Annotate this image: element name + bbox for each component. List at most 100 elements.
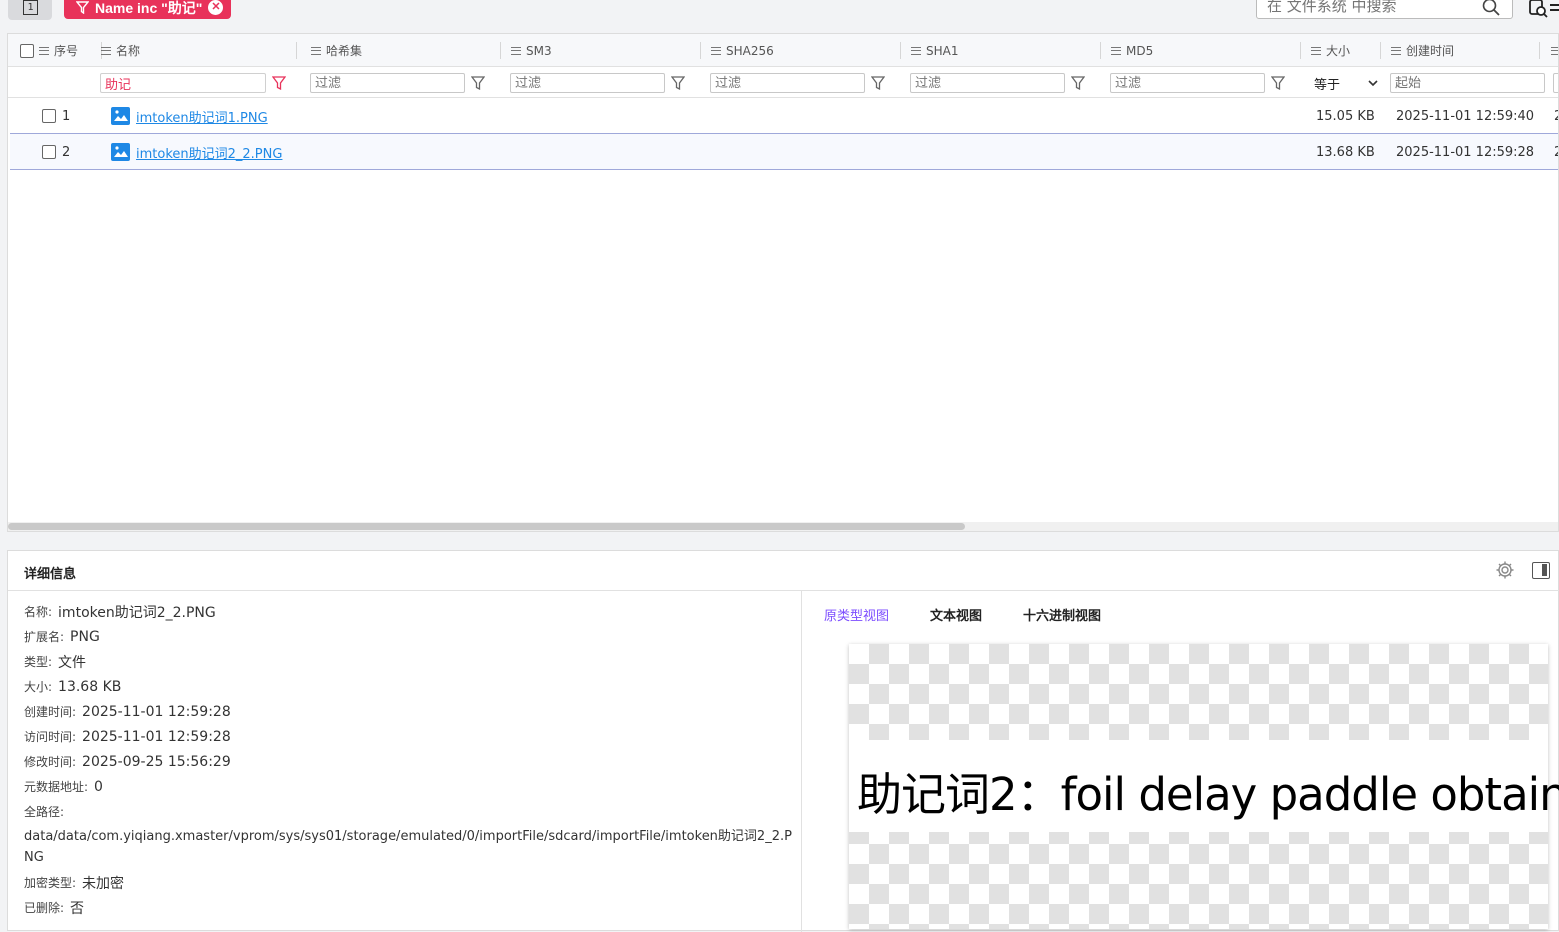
view-tabs: 原类型视图 文本视图 十六进制视图 bbox=[824, 605, 1101, 624]
sm3-filter bbox=[510, 73, 685, 93]
date-start-input[interactable] bbox=[1390, 73, 1545, 93]
col-index[interactable]: 序号 bbox=[20, 34, 102, 67]
col-name[interactable]: 名称 bbox=[101, 34, 301, 67]
details-header: 详细信息 bbox=[8, 551, 1559, 591]
file-info: 名称: imtoken助记词2_2.PNG 扩展名: PNG 类型: 文件 大小: 13… bbox=[24, 599, 794, 920]
select-all-checkbox[interactable] bbox=[20, 43, 34, 58]
tab-text-view[interactable]: 文本视图 bbox=[930, 605, 982, 624]
menu-icon[interactable] bbox=[511, 46, 521, 55]
hashset-filter-input[interactable] bbox=[310, 73, 465, 93]
md5-filter-input[interactable] bbox=[1110, 73, 1265, 93]
size-operator-select[interactable]: 等于 bbox=[1310, 73, 1382, 93]
col-hashset[interactable]: 哈希集 bbox=[311, 34, 511, 67]
col-sm3-label: SM3 bbox=[526, 43, 552, 58]
filter-icon[interactable] bbox=[671, 76, 685, 90]
row-name-cell: imtoken助记词1.PNG bbox=[111, 98, 268, 134]
col-size-label: 大小 bbox=[1326, 44, 1351, 58]
info-ext: 扩展名: PNG bbox=[24, 628, 100, 645]
tab-hex-view[interactable]: 十六进制视图 bbox=[1023, 605, 1101, 624]
size-filter: 等于 bbox=[1310, 73, 1382, 93]
table-row[interactable]: 1 imtoken助记词1.PNG 15.05 KB 2025-11-01 12… bbox=[10, 98, 1558, 134]
menu-icon[interactable] bbox=[911, 46, 921, 55]
row-size: 15.05 KB bbox=[1316, 108, 1375, 124]
col-sha256-label: SHA256 bbox=[726, 43, 774, 58]
filter-icon[interactable] bbox=[272, 76, 286, 90]
row-index: 2 bbox=[62, 144, 71, 160]
info-encryption: 加密类型: 未加密 bbox=[24, 875, 125, 892]
filter-icon[interactable] bbox=[1271, 76, 1285, 90]
sha1-filter-input[interactable] bbox=[910, 73, 1065, 93]
col-sha1[interactable]: SHA1 bbox=[911, 34, 1111, 67]
md5-filter bbox=[1110, 73, 1285, 93]
sm3-filter-input[interactable] bbox=[510, 73, 665, 93]
size-operator-value: 等于 bbox=[1314, 77, 1341, 93]
filter-row: 等于 bbox=[8, 67, 1558, 98]
sha256-filter bbox=[710, 73, 885, 93]
row-checkbox[interactable] bbox=[42, 109, 56, 123]
col-ctime-label: 创建时间 bbox=[1406, 44, 1455, 58]
sha256-filter-input[interactable] bbox=[710, 73, 865, 93]
col-index-label: 序号 bbox=[54, 44, 79, 58]
file-link[interactable]: imtoken助记词2_2.PNG bbox=[136, 143, 282, 162]
search-icon[interactable] bbox=[1482, 0, 1500, 16]
details-panel: 详细信息 名称: imtoken助记词2_2.PNG 扩展名: PNG 类型: 文件 … bbox=[7, 550, 1559, 932]
menu-icon[interactable] bbox=[1111, 46, 1121, 55]
col-sha1-label: SHA1 bbox=[926, 43, 959, 58]
date-end-input[interactable] bbox=[1553, 73, 1558, 93]
table-header: 序号 名称 哈希集 SM3 SHA256 SHA1 MD5 大小 创建时间 bbox=[8, 34, 1558, 67]
image-icon bbox=[111, 143, 130, 161]
search-box bbox=[1256, 0, 1513, 19]
tab-original-view[interactable]: 原类型视图 bbox=[824, 605, 889, 624]
panel-toggle-icon[interactable] bbox=[1532, 562, 1550, 579]
menu-icon[interactable] bbox=[311, 46, 321, 55]
row-checkbox[interactable] bbox=[42, 145, 56, 159]
menu-icon[interactable] bbox=[101, 46, 111, 55]
search-input[interactable] bbox=[1267, 0, 1467, 15]
menu-icon[interactable] bbox=[711, 46, 721, 55]
search-settings-icon[interactable] bbox=[1528, 0, 1559, 20]
col-sha256[interactable]: SHA256 bbox=[711, 34, 911, 67]
filter-icon[interactable] bbox=[1071, 76, 1085, 90]
details-title: 详细信息 bbox=[24, 567, 77, 582]
filter-chip-label: Name inc "助记" bbox=[95, 0, 203, 16]
col-ctime[interactable]: 创建时间 bbox=[1391, 34, 1541, 67]
chevron-down-icon bbox=[1368, 79, 1378, 86]
row-name-cell: imtoken助记词2_2.PNG bbox=[111, 134, 282, 170]
gear-icon[interactable] bbox=[1495, 560, 1515, 580]
sha1-filter bbox=[910, 73, 1085, 93]
col-more[interactable] bbox=[1551, 34, 1558, 67]
filter-icon[interactable] bbox=[471, 76, 485, 90]
info-name: 名称: imtoken助记词2_2.PNG bbox=[24, 604, 216, 621]
tab-toggle-button[interactable]: 1 bbox=[8, 0, 52, 20]
scrollbar-thumb[interactable] bbox=[8, 523, 965, 530]
info-size: 大小: 13.68 KB bbox=[24, 678, 122, 695]
name-filter-input[interactable] bbox=[100, 73, 266, 93]
image-icon bbox=[111, 107, 130, 125]
row-index-cell: 1 bbox=[42, 98, 70, 134]
info-ctime: 创建时间: 2025-11-01 12:59:28 bbox=[24, 703, 231, 720]
row-ctime: 2025-11-01 12:59:40 bbox=[1396, 108, 1535, 124]
col-size[interactable]: 大小 bbox=[1311, 34, 1391, 67]
close-icon[interactable]: ✕ bbox=[208, 0, 224, 15]
divider bbox=[801, 591, 802, 932]
filter-icon[interactable] bbox=[871, 76, 885, 90]
info-meta-address: 元数据地址: 0 bbox=[24, 778, 103, 795]
menu-icon[interactable] bbox=[39, 46, 49, 55]
table-row[interactable]: 2 imtoken助记词2_2.PNG 13.68 KB 2025-11-01 … bbox=[10, 134, 1558, 170]
info-mtime: 修改时间: 2025-09-25 15:56:29 bbox=[24, 753, 231, 770]
top-bar: 1 Name inc "助记" ✕ bbox=[0, 0, 1559, 24]
active-filter-chip[interactable]: Name inc "助记" ✕ bbox=[64, 0, 232, 19]
horizontal-scrollbar[interactable] bbox=[8, 522, 1558, 531]
col-md5[interactable]: MD5 bbox=[1111, 34, 1311, 67]
file-link[interactable]: imtoken助记词1.PNG bbox=[136, 107, 268, 126]
menu-icon[interactable] bbox=[1391, 46, 1401, 55]
image-preview: 助记词2：foil delay paddle obtain bbox=[849, 644, 1559, 929]
hashset-filter bbox=[310, 73, 485, 93]
col-sm3[interactable]: SM3 bbox=[511, 34, 711, 67]
file-table: 序号 名称 哈希集 SM3 SHA256 SHA1 MD5 大小 创建时间 助记… bbox=[7, 33, 1559, 532]
info-path-label: 全路径: bbox=[24, 805, 65, 819]
menu-icon[interactable] bbox=[1551, 46, 1558, 55]
menu-icon[interactable] bbox=[1311, 46, 1321, 55]
info-atime: 访问时间: 2025-11-01 12:59:28 bbox=[24, 728, 231, 745]
info-deleted: 已删除: 否 bbox=[24, 900, 85, 917]
